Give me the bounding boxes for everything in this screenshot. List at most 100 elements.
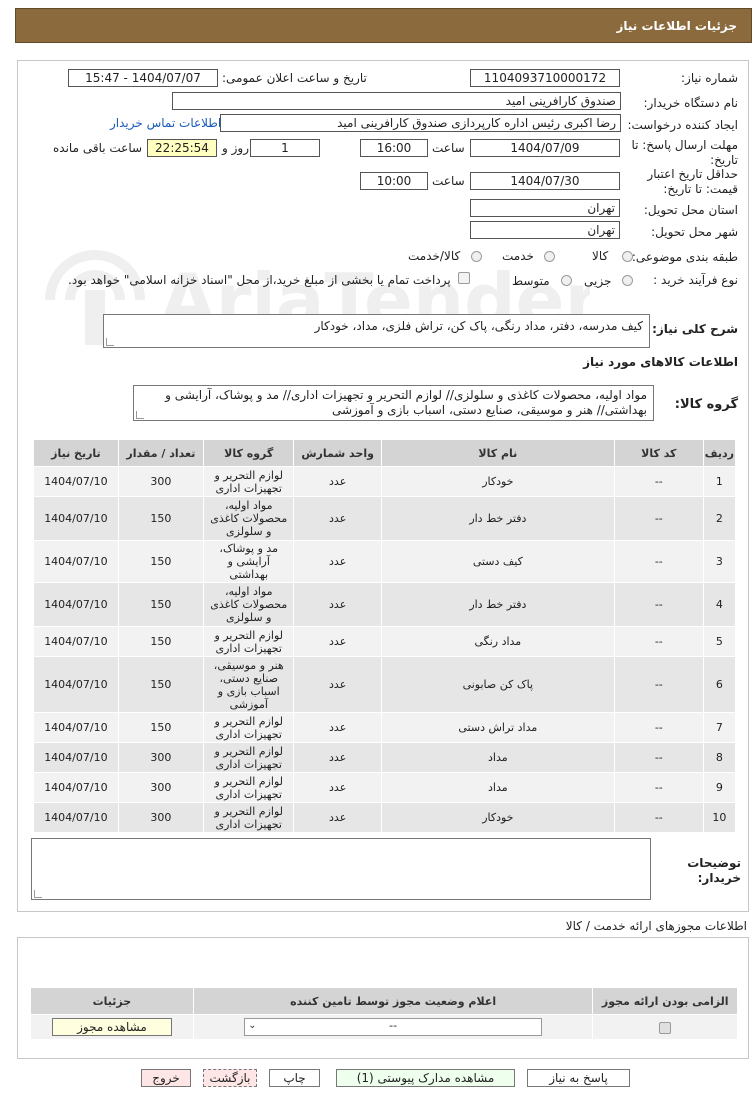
licenses-table: الزامی بودن ارائه مجوز اعلام وضعیت مجوز …	[30, 987, 738, 1040]
need-date-cell: 1404/07/10	[33, 496, 119, 541]
category-service-label: خدمت	[502, 249, 534, 263]
item-name-cell: پاک کن صابونی	[380, 656, 615, 713]
province-field: تهران	[470, 199, 620, 217]
deadline-date-field: 1404/07/09	[470, 139, 620, 157]
need-date-cell: 1404/07/10	[33, 712, 119, 743]
need-number-label: شماره نیاز:	[681, 71, 738, 85]
buyer-notes-label-2: خریدار:	[697, 871, 741, 885]
resize-grip-icon[interactable]	[136, 411, 144, 419]
city-label: شهر محل تحویل:	[651, 225, 738, 239]
need-date-cell: 1404/07/10	[33, 772, 119, 803]
category-label: طبقه بندی موضوعی:	[631, 250, 738, 264]
page-header: جزئیات اطلاعات نیاز	[15, 8, 752, 43]
item-code-cell: --	[613, 466, 704, 497]
group-cell: مواد اولیه، محصولات کاغذی و سلولزی	[202, 582, 295, 627]
item-code-cell: --	[613, 496, 704, 541]
validity-label: حداقل تاریخ اعتبار	[647, 167, 738, 181]
days-label: روز و	[222, 141, 249, 155]
license-required-checkbox[interactable]	[659, 1021, 672, 1034]
quantity-cell: 150	[117, 626, 205, 657]
treasury-payment-checkbox[interactable]	[458, 272, 470, 284]
row-number-cell: 3	[702, 540, 737, 583]
goods-group-textarea: مواد اولیه، محصولات کاغذی و سلولزی// لوا…	[133, 385, 654, 421]
unit-cell: عدد	[293, 582, 382, 627]
category-service-radio[interactable]	[544, 251, 555, 262]
col-date-header: تاریخ نیاز	[33, 439, 119, 467]
validity-label-2: قیمت: تا تاریخ:	[663, 182, 738, 196]
resize-grip-icon[interactable]	[34, 890, 42, 898]
table-row: 3 -- کیف دستی عدد مد و پوشاک، آرایشی و بهداش…	[33, 540, 737, 583]
row-number-cell: 2	[702, 496, 737, 541]
announce-field: 1404/07/07 - 15:47	[68, 69, 218, 87]
license-status-header: اعلام وضعیت مجوز توسط تامین کننده	[192, 987, 594, 1015]
process-small-radio[interactable]	[622, 275, 633, 286]
quantity-cell: 150	[117, 582, 205, 627]
item-code-cell: --	[613, 772, 704, 803]
item-name-cell: مداد	[380, 742, 615, 773]
col-name-header: نام کالا	[380, 439, 615, 467]
col-row-header: ردیف	[702, 439, 737, 467]
print-button[interactable]: چاپ	[269, 1069, 320, 1087]
col-code-header: کد کالا	[613, 439, 704, 467]
deadline-label-2: تاریخ:	[710, 153, 738, 167]
item-code-cell: --	[613, 712, 704, 743]
deadline-time-label: ساعت	[432, 141, 465, 155]
unit-cell: عدد	[293, 802, 382, 833]
group-cell: مد و پوشاک، آرایشی و بهداشتی	[202, 540, 295, 583]
category-both-radio[interactable]	[471, 251, 482, 262]
view-license-button[interactable]: مشاهده مجوز	[51, 1018, 172, 1036]
need-date-cell: 1404/07/10	[33, 582, 119, 627]
attachments-button[interactable]: مشاهده مدارک پیوستی (1)	[336, 1069, 515, 1087]
process-medium-radio[interactable]	[561, 275, 572, 286]
buyer-contact-link[interactable]: اطلاعات تماس خریدار	[110, 116, 221, 130]
resize-grip-icon[interactable]	[106, 338, 114, 346]
row-number-cell: 9	[702, 772, 737, 803]
col-group-header: گروه کالا	[202, 439, 295, 467]
item-code-cell: --	[613, 582, 704, 627]
row-number-cell: 8	[702, 742, 737, 773]
license-status-select[interactable]: -- ⌄	[244, 1018, 543, 1036]
deadline-label: مهلت ارسال پاسخ: تا	[631, 138, 738, 152]
page-title: جزئیات اطلاعات نیاز	[616, 19, 737, 33]
items-table: ردیف کد کالا نام کالا واحد شمارش گروه کا…	[33, 439, 737, 833]
item-name-cell: دفتر خط دار	[380, 496, 615, 541]
table-row: 1 -- خودکار عدد لوازم التحریر و تجهیزات ادار…	[33, 466, 737, 497]
group-cell: لوازم التحریر و تجهیزات اداری	[202, 742, 295, 773]
need-date-cell: 1404/07/10	[33, 742, 119, 773]
item-name-cell: خودکار	[380, 466, 615, 497]
need-date-cell: 1404/07/10	[33, 656, 119, 713]
item-code-cell: --	[613, 742, 704, 773]
quantity-cell: 150	[117, 496, 205, 541]
item-name-cell: دفتر خط دار	[380, 582, 615, 627]
remaining-label: ساعت باقی مانده	[53, 141, 143, 155]
need-date-cell: 1404/07/10	[33, 802, 119, 833]
item-name-cell: مداد تراش دستی	[380, 712, 615, 743]
table-row: 9 -- مداد عدد لوازم التحریر و تجهیزات اداری 3…	[33, 772, 737, 803]
description-label: شرح کلی نیاز:	[652, 322, 738, 336]
quantity-cell: 300	[117, 742, 205, 773]
row-number-cell: 6	[702, 656, 737, 713]
treasury-payment-label: پرداخت تمام یا بخشی از مبلغ خرید،از محل …	[68, 273, 451, 287]
item-name-cell: کیف دستی	[380, 540, 615, 583]
table-row: 10 -- خودکار عدد لوازم التحریر و تجهیزات ادا…	[33, 802, 737, 833]
need-number-field: 1104093710000172	[470, 69, 620, 87]
row-number-cell: 10	[702, 802, 737, 833]
city-field: تهران	[470, 221, 620, 239]
buyer-notes-textarea	[31, 838, 651, 900]
process-medium-label: متوسط	[512, 274, 550, 288]
group-cell: لوازم التحریر و تجهیزات اداری	[202, 626, 295, 657]
category-goods-radio[interactable]	[622, 251, 633, 262]
days-field: 1	[250, 139, 320, 157]
reply-button[interactable]: پاسخ به نیاز	[527, 1069, 630, 1087]
unit-cell: عدد	[293, 742, 382, 773]
item-name-cell: خودکار	[380, 802, 615, 833]
province-label: استان محل تحویل:	[643, 203, 738, 217]
creator-label: ایجاد کننده درخواست:	[627, 118, 738, 132]
category-goods-label: کالا	[592, 249, 609, 263]
row-number-cell: 4	[702, 582, 737, 627]
back-button[interactable]: بازگشت	[203, 1069, 257, 1087]
exit-button[interactable]: خروج	[141, 1069, 191, 1087]
table-row: 5 -- مداد رنگی عدد لوازم التحریر و تجهیزات ا…	[33, 626, 737, 657]
license-status-value: --	[389, 1019, 398, 1032]
need-date-cell: 1404/07/10	[33, 540, 119, 583]
